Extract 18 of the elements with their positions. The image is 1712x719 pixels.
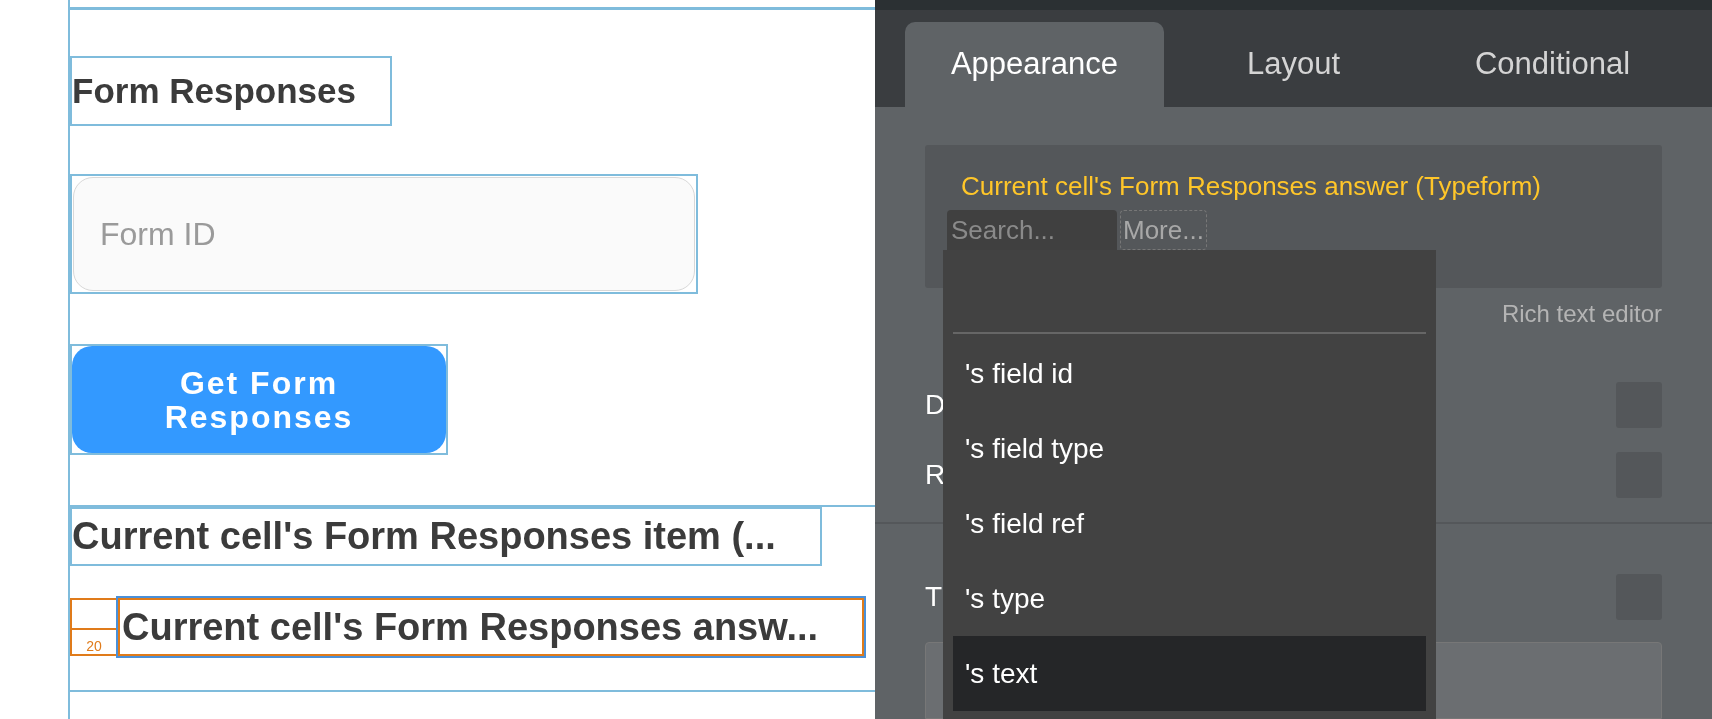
form-id-field[interactable]: Form ID xyxy=(73,177,695,291)
dropdown-item[interactable]: 's field id xyxy=(953,336,1426,411)
search-field[interactable]: Search... xyxy=(947,210,1117,251)
dropdown-item[interactable]: 's field type xyxy=(953,411,1426,486)
row-label: R xyxy=(925,458,946,493)
item-text: Current cell's Form Responses item (... xyxy=(72,514,776,559)
dropdown-item[interactable]: 's text xyxy=(953,636,1426,711)
dropdown-item[interactable]: 's field ref xyxy=(953,486,1426,561)
dropdown-item[interactable]: 's type xyxy=(953,561,1426,636)
row-label: T xyxy=(925,580,943,615)
answer-text: Current cell's Form Responses answ... xyxy=(122,604,819,650)
tab[interactable]: Conditional xyxy=(1423,22,1682,108)
expression-text: Current cell's Form Responses answer (Typeform) xyxy=(960,170,1543,204)
section-heading: Form Responses xyxy=(72,69,356,112)
marker-number: 20 xyxy=(86,638,102,654)
row-label: D xyxy=(925,388,946,423)
tab[interactable]: Appearance xyxy=(905,22,1164,108)
tab[interactable]: Layout xyxy=(1164,22,1423,108)
